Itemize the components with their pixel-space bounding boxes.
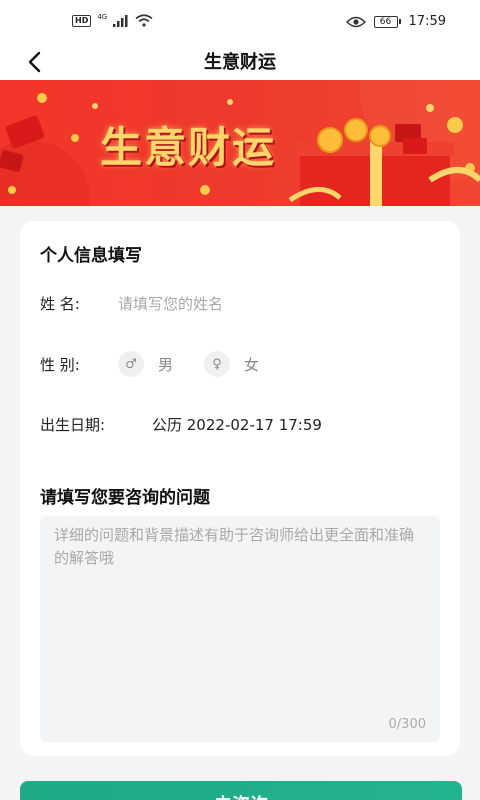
status-time: 17:59	[408, 14, 446, 29]
wifi-icon	[135, 14, 153, 27]
eye-icon	[345, 16, 366, 27]
network-type: 4G	[97, 12, 108, 21]
name-input[interactable]	[118, 291, 418, 317]
signal-icon	[113, 14, 128, 27]
birth-date-label: 出生日期:	[40, 416, 106, 434]
male-icon: ♂	[118, 351, 144, 377]
hd-icon: HD	[72, 14, 92, 27]
status-left: HD 4G	[72, 12, 153, 27]
status-right: 66 17:59	[345, 14, 446, 29]
section-title: 个人信息填写	[40, 246, 142, 266]
banner: 生意财运	[0, 80, 480, 206]
battery-level: 66	[373, 15, 398, 28]
info-form-card: 个人信息填写 姓 名: 性 别: ♂ 男 ♀ 女 出生日期: 公历 2022-0…	[20, 221, 460, 756]
question-char-count: 0/300	[388, 717, 426, 732]
nav-bar: 生意财运	[0, 44, 480, 80]
question-box: 0/300	[40, 516, 440, 742]
birth-date-picker[interactable]: 公历 2022-02-17 17:59	[152, 414, 322, 435]
gender-female-label: 女	[244, 355, 260, 374]
page-title: 生意财运	[204, 52, 276, 73]
gender-option-male[interactable]: ♂ 男	[118, 351, 173, 377]
question-title: 请填写您要咨询的问题	[40, 488, 210, 508]
gender-option-female[interactable]: ♀ 女	[204, 351, 259, 377]
gender-male-label: 男	[158, 355, 174, 374]
question-textarea[interactable]	[54, 524, 428, 704]
gender-label: 性 别:	[40, 356, 80, 374]
status-bar: HD 4G 66 17:59	[0, 0, 480, 44]
name-label: 姓 名:	[40, 295, 80, 313]
submit-button[interactable]: 去咨询	[20, 781, 462, 800]
female-icon: ♀	[204, 351, 230, 377]
battery-icon: 66	[373, 15, 401, 28]
banner-title: 生意财运	[100, 123, 277, 172]
